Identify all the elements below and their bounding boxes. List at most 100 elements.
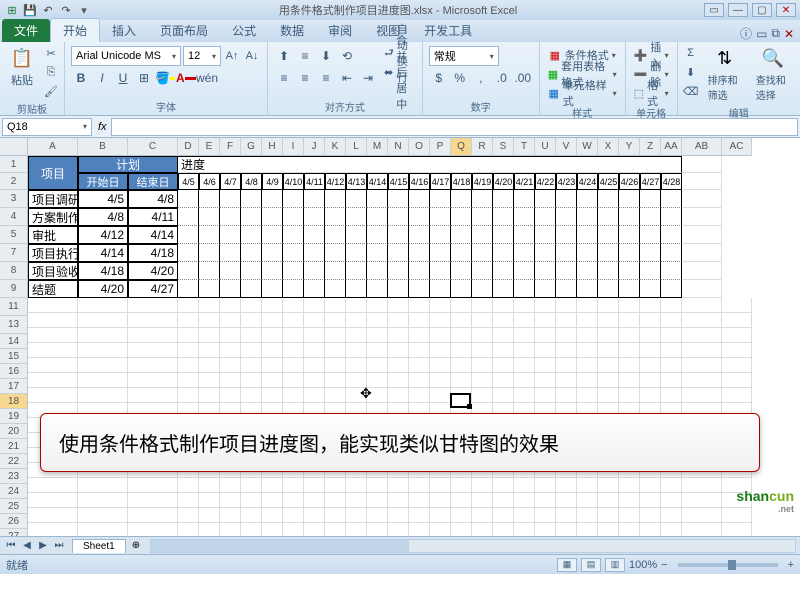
cell[interactable]	[430, 343, 451, 358]
tab-developer[interactable]: 开发工具	[412, 19, 484, 42]
cell[interactable]: 4/18	[451, 173, 472, 190]
cell[interactable]	[451, 523, 472, 536]
cell[interactable]	[78, 328, 128, 343]
cell[interactable]	[283, 244, 304, 262]
cell[interactable]: 4/5	[78, 190, 128, 208]
cell[interactable]: 审批	[28, 226, 78, 244]
cell[interactable]	[283, 190, 304, 208]
cell[interactable]	[619, 358, 640, 373]
cell[interactable]	[78, 373, 128, 388]
cell[interactable]	[682, 208, 722, 226]
column-header[interactable]: L	[346, 138, 367, 156]
cell[interactable]	[493, 313, 514, 328]
cell[interactable]	[493, 358, 514, 373]
cell[interactable]	[722, 298, 752, 313]
cell[interactable]	[535, 328, 556, 343]
cell[interactable]	[661, 343, 682, 358]
cell[interactable]	[220, 262, 241, 280]
cell[interactable]	[409, 493, 430, 508]
cell[interactable]	[304, 328, 325, 343]
cell[interactable]	[199, 262, 220, 280]
undo-icon[interactable]: ↶	[40, 2, 56, 18]
cell[interactable]: 4/25	[598, 173, 619, 190]
merge-button[interactable]: ⬌合并后居中	[382, 63, 418, 81]
cell[interactable]: 4/6	[199, 173, 220, 190]
cell[interactable]	[577, 523, 598, 536]
cell[interactable]: 进度	[178, 156, 682, 173]
row-header[interactable]: 25	[0, 499, 28, 514]
fill-color-button[interactable]: 🪣	[155, 68, 175, 88]
cell[interactable]	[493, 328, 514, 343]
cell[interactable]	[514, 208, 535, 226]
cell[interactable]: 4/26	[619, 173, 640, 190]
cell[interactable]	[598, 208, 619, 226]
cell[interactable]	[199, 244, 220, 262]
cell[interactable]	[556, 523, 577, 536]
column-header[interactable]: AC	[722, 138, 752, 156]
cell[interactable]	[128, 373, 178, 388]
cell[interactable]	[388, 373, 409, 388]
cell[interactable]	[514, 373, 535, 388]
tab-review[interactable]: 审阅	[316, 19, 364, 42]
cell[interactable]	[199, 190, 220, 208]
column-header[interactable]: S	[493, 138, 514, 156]
cell[interactable]	[619, 478, 640, 493]
cell[interactable]	[128, 523, 178, 536]
cell[interactable]	[577, 226, 598, 244]
cell[interactable]: 项目调研	[28, 190, 78, 208]
cell[interactable]: 4/10	[283, 173, 304, 190]
cell-style-button[interactable]: ▦单元格样式▾	[546, 84, 619, 102]
percent-icon[interactable]: %	[450, 68, 470, 88]
cell[interactable]	[283, 328, 304, 343]
cell[interactable]	[262, 313, 283, 328]
cell[interactable]: 4/8	[128, 190, 178, 208]
cell[interactable]	[128, 508, 178, 523]
cell[interactable]	[283, 373, 304, 388]
cell[interactable]	[451, 313, 472, 328]
cell[interactable]	[199, 508, 220, 523]
cell[interactable]	[661, 493, 682, 508]
cell[interactable]	[619, 523, 640, 536]
cell[interactable]	[661, 280, 682, 298]
cell[interactable]	[388, 508, 409, 523]
cell[interactable]	[493, 523, 514, 536]
cell[interactable]	[178, 358, 199, 373]
cell[interactable]	[128, 478, 178, 493]
cell[interactable]	[325, 328, 346, 343]
cell[interactable]: 4/18	[78, 262, 128, 280]
cell[interactable]	[241, 358, 262, 373]
cell[interactable]	[325, 262, 346, 280]
column-header[interactable]: P	[430, 138, 451, 156]
cell[interactable]	[556, 358, 577, 373]
cell[interactable]	[346, 343, 367, 358]
cell[interactable]	[304, 358, 325, 373]
cell[interactable]	[128, 388, 178, 403]
cell[interactable]	[28, 313, 78, 328]
cell[interactable]	[388, 523, 409, 536]
cell[interactable]	[304, 508, 325, 523]
number-format-select[interactable]: 常规▾	[429, 46, 499, 66]
cell[interactable]	[262, 358, 283, 373]
cell[interactable]	[514, 523, 535, 536]
cell[interactable]	[409, 190, 430, 208]
increase-decimal-icon[interactable]: .0	[492, 68, 512, 88]
cell[interactable]: 项目	[28, 156, 78, 190]
cell[interactable]	[535, 244, 556, 262]
cell[interactable]	[640, 262, 661, 280]
cell[interactable]	[619, 343, 640, 358]
cell[interactable]	[430, 298, 451, 313]
scroll-thumb[interactable]	[151, 540, 409, 552]
cell[interactable]	[577, 208, 598, 226]
cell[interactable]	[598, 226, 619, 244]
cell[interactable]	[325, 508, 346, 523]
cell[interactable]	[283, 523, 304, 536]
cell[interactable]	[640, 328, 661, 343]
sheet-first-icon[interactable]: ⏮	[4, 540, 18, 551]
row-header[interactable]: 18	[0, 394, 28, 409]
cell[interactable]	[262, 523, 283, 536]
cell[interactable]: 4/20	[78, 280, 128, 298]
cell[interactable]	[220, 328, 241, 343]
cell[interactable]	[283, 313, 304, 328]
cell[interactable]	[346, 190, 367, 208]
minimize-ribbon-btn[interactable]: ▭	[756, 27, 767, 41]
